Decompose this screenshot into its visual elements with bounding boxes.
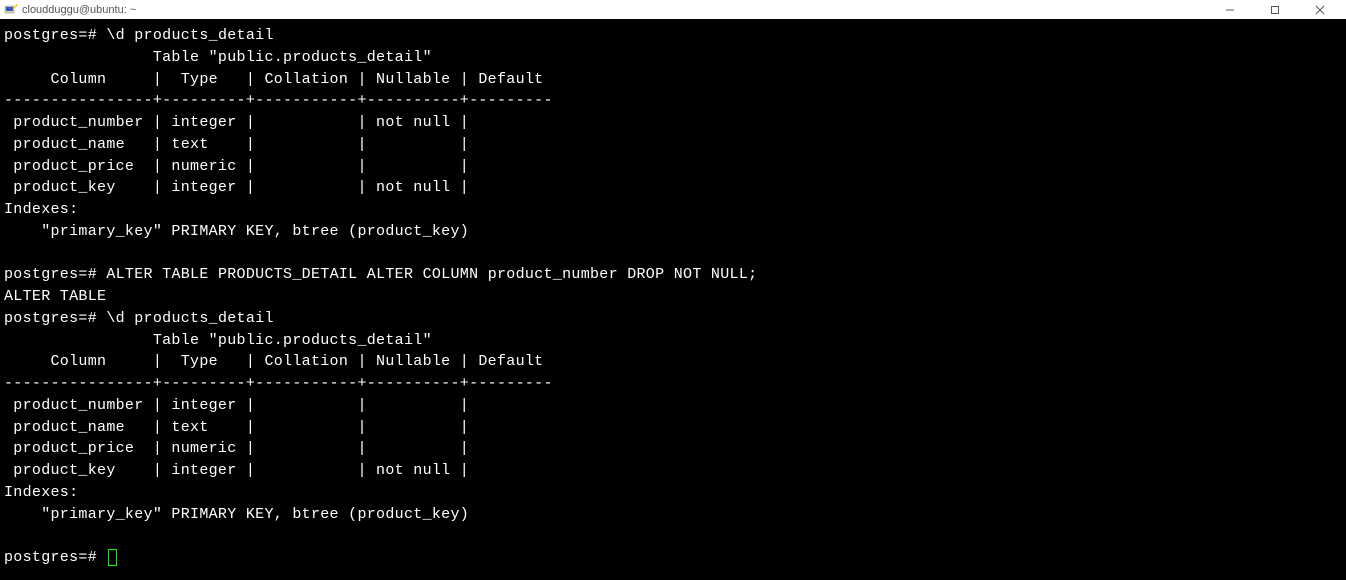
close-button[interactable] (1297, 0, 1342, 19)
maximize-button[interactable] (1252, 0, 1297, 19)
output-line: Table "public.products_detail" (4, 49, 432, 66)
command-text: ALTER TABLE PRODUCTS_DETAIL ALTER COLUMN… (106, 266, 757, 283)
output-line: ALTER TABLE (4, 288, 106, 305)
prompt: postgres=# (4, 266, 106, 283)
window-title: cloudduggu@ubuntu: ~ (22, 4, 1207, 16)
window-controls (1207, 0, 1342, 19)
output-line: "primary_key" PRIMARY KEY, btree (produc… (4, 506, 469, 523)
output-line: Column | Type | Collation | Nullable | D… (4, 71, 543, 88)
table-row: product_key | integer | | not null | (4, 462, 469, 479)
output-line: "primary_key" PRIMARY KEY, btree (produc… (4, 223, 469, 240)
table-row: product_name | text | | | (4, 136, 469, 153)
minimize-button[interactable] (1207, 0, 1252, 19)
table-row: product_name | text | | | (4, 419, 469, 436)
terminal-area[interactable]: postgres=# \d products_detail Table "pub… (0, 19, 1346, 580)
output-line: Indexes: (4, 201, 78, 218)
table-row: product_price | numeric | | | (4, 158, 469, 175)
putty-icon (4, 3, 18, 17)
output-line: ----------------+---------+-----------+-… (4, 92, 553, 109)
output-line: Indexes: (4, 484, 78, 501)
table-row: product_number | integer | | not null | (4, 114, 469, 131)
output-line: Column | Type | Collation | Nullable | D… (4, 353, 543, 370)
window-titlebar: cloudduggu@ubuntu: ~ (0, 0, 1346, 19)
table-row: product_key | integer | | not null | (4, 179, 469, 196)
command-text: \d products_detail (106, 27, 273, 44)
table-row: product_price | numeric | | | (4, 440, 469, 457)
output-line: ----------------+---------+-----------+-… (4, 375, 553, 392)
output-line: Table "public.products_detail" (4, 332, 432, 349)
table-row: product_number | integer | | | (4, 397, 469, 414)
prompt: postgres=# (4, 549, 106, 566)
command-text: \d products_detail (106, 310, 273, 327)
terminal-cursor (108, 549, 117, 566)
prompt: postgres=# (4, 310, 106, 327)
prompt: postgres=# (4, 27, 106, 44)
